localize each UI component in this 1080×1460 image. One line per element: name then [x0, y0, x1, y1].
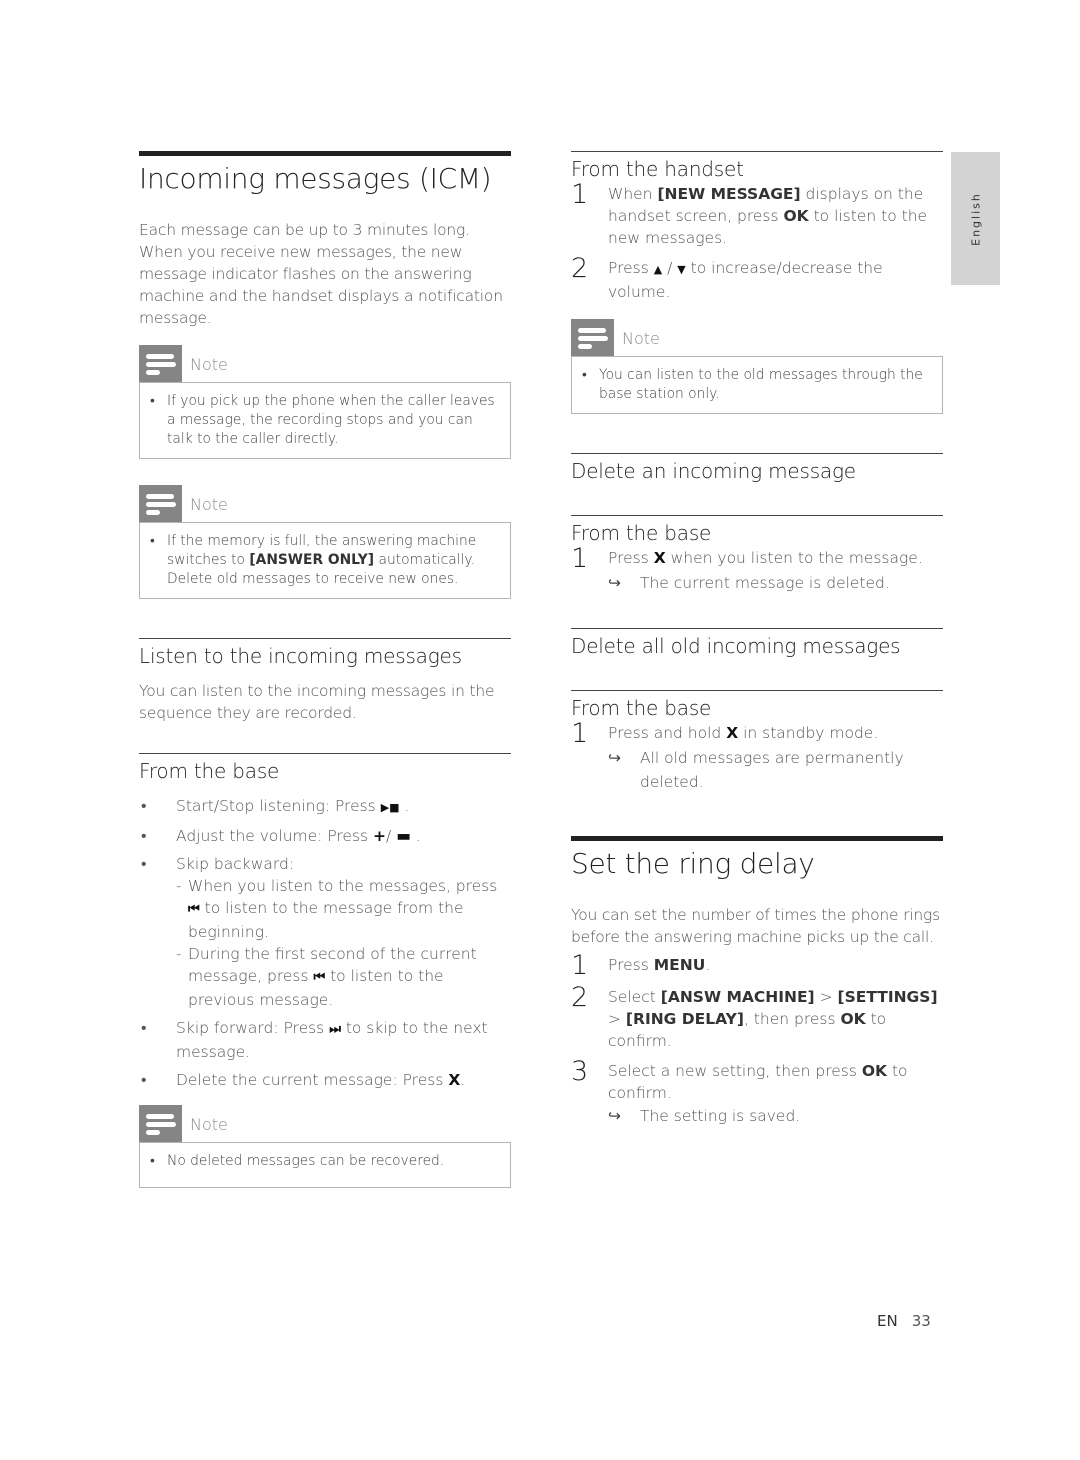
section-heading-delete-all: Delete all old incoming messages — [571, 634, 901, 658]
step: 3 Select a new setting, then press OK to… — [571, 1056, 908, 1102]
sub-item: - During the first second of the current … — [176, 945, 477, 1009]
delete-x-icon: X — [726, 724, 739, 742]
section-rule — [571, 151, 943, 152]
step: 1 Press and hold X in standby mode. — [571, 718, 879, 749]
note-text: If the memory is full, the answering mac… — [167, 533, 477, 587]
list-item: • Start/Stop listening: Press ▶■ . — [141, 797, 410, 815]
listen-paragraph: You can listen to the incoming messages … — [139, 682, 495, 722]
step: 1 Press X when you listen to the message… — [571, 543, 923, 574]
section-rule — [571, 690, 943, 691]
note-box: • You can listen to the old messages thro… — [571, 356, 943, 414]
note-text: You can listen to the old messages throu… — [599, 367, 923, 402]
step: 1 When [NEW MESSAGE] displays on the han… — [571, 179, 928, 247]
intro-paragraph: Each message can be up to 3 minutes long… — [139, 221, 503, 327]
note-text: No deleted messages can be recovered. — [167, 1153, 445, 1169]
plus-icon: + — [373, 827, 387, 845]
delete-x-icon: X — [448, 1071, 461, 1089]
list-item: • Skip backward: - When you listen to the… — [139, 853, 511, 1011]
note-box: • If you pick up the phone when the calle… — [139, 382, 511, 459]
section-rule — [571, 453, 943, 454]
bullet-dot: • — [150, 393, 155, 409]
result-arrow-icon: ↪ — [608, 749, 621, 767]
result-arrow-icon: ↪ — [608, 1107, 621, 1125]
section-heading-delete-one: Delete an incoming message — [571, 459, 856, 483]
note-label: Note — [622, 329, 660, 348]
note-icon — [139, 485, 182, 522]
title-rule — [571, 836, 943, 841]
note-label: Note — [190, 495, 228, 514]
note-block: Note • If the memory is full, the answer… — [139, 485, 511, 599]
note-icon — [139, 345, 182, 382]
skip-back-icon: ⏮ — [188, 902, 200, 917]
section-heading-listen: Listen to the incoming messages — [139, 644, 462, 668]
section-heading-from-base: From the base — [139, 759, 280, 783]
footer-language: EN — [877, 1312, 898, 1330]
step-result: ↪ The current message is deleted. — [608, 571, 943, 595]
page-number: 33 — [911, 1312, 931, 1330]
language-side-tab: English — [951, 152, 1000, 285]
note-text: If you pick up the phone when the caller… — [167, 393, 495, 447]
ring-delay-intro: You can set the number of times the phon… — [571, 906, 940, 946]
note-block: Note • If you pick up the phone when the … — [139, 345, 511, 459]
left-column: Incoming messages (ICM) Each message can… — [139, 151, 511, 1188]
keyword: [ANSWER ONLY] — [249, 552, 375, 568]
play-stop-icon: ▶■ — [380, 801, 400, 814]
bullet-list: • Start/Stop listening: Press ▶■ . • Adj… — [139, 795, 511, 1091]
result-arrow-icon: ↪ — [608, 574, 621, 592]
sub-heading-from-base: From the base — [571, 521, 712, 545]
list-item: • Skip forward: Press ⏭ to skip to the n… — [141, 1019, 488, 1061]
section-rule — [139, 638, 511, 639]
minus-icon: ▬ — [396, 827, 411, 845]
list-item: • Adjust the volume: Press +/ ▬ . — [141, 827, 421, 845]
note-box: • No deleted messages can be recovered. — [139, 1142, 511, 1188]
volume-up-icon: ▲ — [653, 263, 663, 276]
note-label: Note — [190, 1115, 228, 1134]
step-result: ↪ All old messages are permanently delet… — [608, 746, 943, 794]
note-box: • If the memory is full, the answering m… — [139, 522, 511, 599]
note-label: Note — [190, 355, 228, 374]
title-rule — [139, 151, 511, 156]
note-block: Note • No deleted messages can be recover… — [139, 1105, 511, 1188]
skip-forward-icon: ⏭ — [329, 1022, 341, 1037]
right-column: From the handset 1 When [NEW MESSAGE] di… — [571, 151, 943, 1128]
note-icon — [139, 1105, 182, 1142]
step: 1 Press MENU. — [571, 950, 711, 981]
section-rule — [139, 753, 511, 754]
bullet-dot: • — [150, 533, 155, 549]
skip-back-icon: ⏮ — [313, 970, 326, 985]
list-item: • Delete the current message: Press X. — [141, 1071, 466, 1089]
page-footer: EN 33 — [877, 1312, 931, 1330]
language-label: English — [969, 191, 982, 246]
section-rule — [571, 628, 943, 629]
step: 2 Press ▲ / ▼ to increase/decrease the v… — [571, 253, 883, 301]
section-heading-handset: From the handset — [571, 157, 744, 181]
page-title: Incoming messages (ICM) — [139, 162, 492, 195]
ring-delay-title: Set the ring delay — [571, 847, 815, 880]
section-rule — [571, 515, 943, 516]
note-block: Note • You can listen to the old messages… — [571, 319, 943, 414]
sub-heading-from-base: From the base — [571, 696, 712, 720]
note-icon — [571, 319, 614, 356]
delete-x-icon: X — [653, 549, 666, 567]
step: 2 Select [ANSW MACHINE] > [SETTINGS] > [… — [571, 982, 938, 1050]
step-result: ↪ The setting is saved. — [608, 1104, 943, 1128]
volume-down-icon: ▼ — [677, 263, 686, 276]
sub-item: - When you listen to the messages, press … — [176, 877, 498, 941]
